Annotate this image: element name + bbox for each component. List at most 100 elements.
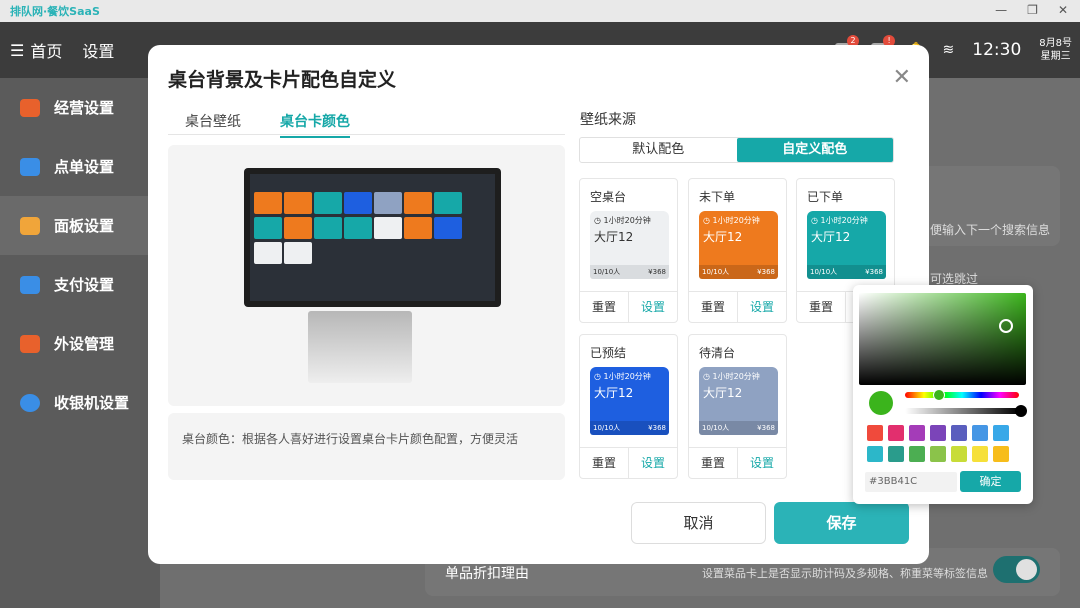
color-swatch[interactable] — [888, 446, 904, 462]
hue-handle[interactable] — [933, 389, 945, 401]
date-display: 8月8号 星期三 — [1039, 37, 1072, 63]
discount-reason-toggle[interactable] — [993, 556, 1040, 583]
alpha-handle[interactable] — [1015, 405, 1027, 417]
sidebar-item-business[interactable]: 经营设置 — [0, 78, 160, 137]
cancel-button[interactable]: 取消 — [631, 502, 766, 544]
panel-icon — [20, 216, 40, 235]
reset-button[interactable]: 重置 — [689, 292, 737, 322]
color-swatch[interactable] — [867, 425, 883, 441]
set-color-button[interactable]: 设置 — [628, 448, 677, 478]
card-footer: 10/10人 ¥368 — [807, 265, 886, 279]
card-actions: 重置 设置 — [689, 447, 786, 478]
card-time-text: 1小时20分钟 — [603, 216, 651, 225]
color-swatch[interactable] — [972, 425, 988, 441]
date-text: 8月8号 — [1039, 38, 1072, 49]
color-swatch[interactable] — [993, 425, 1009, 441]
color-customize-dialog: 桌台背景及卡片配色自定义 ✕ 桌台壁纸 桌台卡颜色 桌台颜色：根据各人喜好进行设… — [148, 45, 929, 564]
tab-bar: 桌台壁纸 桌台卡颜色 — [168, 107, 565, 138]
sidebar-item-panel[interactable]: 面板设置 — [0, 196, 160, 255]
card-actions: 重置 设置 — [580, 291, 677, 322]
color-swatch[interactable] — [909, 446, 925, 462]
current-color-swatch — [869, 391, 893, 415]
close-icon[interactable]: ✕ — [893, 65, 911, 90]
table-card-not-ordered: 未下单 ◷ 1小时20分钟 大厅12 10/10人 ¥368 重置 设置 — [688, 178, 787, 323]
card-price: ¥368 — [757, 424, 775, 432]
color-swatch[interactable] — [951, 446, 967, 462]
minimize-icon[interactable]: — — [995, 3, 1007, 17]
sidebar-item-label: 面板设置 — [54, 217, 115, 235]
reset-button[interactable]: 重置 — [580, 292, 628, 322]
hue-slider[interactable] — [905, 389, 1019, 401]
card-name: 大厅12 — [811, 230, 851, 244]
card-name: 大厅12 — [703, 230, 743, 244]
mini-card — [374, 217, 402, 239]
card-preview: ◷ 1小时20分钟 大厅12 10/10人 ¥368 — [807, 211, 886, 279]
color-note: 桌台颜色：根据各人喜好进行设置桌台卡片颜色配置，方便灵活 — [168, 413, 565, 480]
color-swatch[interactable] — [930, 446, 946, 462]
dialog-title: 桌台背景及卡片配色自定义 — [168, 69, 397, 91]
table-card-to-clean: 待清台 ◷ 1小时20分钟 大厅12 10/10人 ¥368 重置 设置 — [688, 334, 787, 479]
card-preview: ◷ 1小时20分钟 大厅12 10/10人 ¥368 — [590, 367, 669, 435]
color-swatch[interactable] — [951, 425, 967, 441]
gear-icon — [20, 393, 40, 412]
alpha-slider[interactable] — [905, 405, 1027, 417]
mini-card — [314, 217, 342, 239]
home-menu-button[interactable]: ☰ 首页 — [10, 38, 62, 62]
saturation-value-area[interactable] — [859, 293, 1026, 385]
card-time-text: 1小时20分钟 — [820, 216, 868, 225]
hamburger-icon: ☰ — [10, 40, 25, 60]
app-title: 排队网·餐饮SaaS — [10, 5, 100, 18]
card-people: 10/10人 — [702, 268, 730, 276]
settings-breadcrumb: 设置 — [82, 42, 115, 61]
sidebar-item-cashier[interactable]: 收银机设置 — [0, 373, 160, 432]
hex-input[interactable]: #3BB41C — [865, 472, 957, 492]
custom-color-option[interactable]: 自定义配色 — [736, 138, 893, 162]
card-price: ¥368 — [648, 424, 666, 432]
sidebar-item-payment[interactable]: 支付设置 — [0, 255, 160, 314]
mini-card — [314, 192, 342, 214]
card-name: 大厅12 — [594, 386, 634, 400]
set-color-button[interactable]: 设置 — [628, 292, 677, 322]
card-time: ◷ 1小时20分钟 — [703, 372, 760, 381]
card-preview: ◷ 1小时20分钟 大厅12 10/10人 ¥368 — [699, 211, 778, 279]
mini-card — [374, 192, 402, 214]
close-window-icon[interactable]: ✕ — [1058, 3, 1068, 17]
sidebar-item-label: 点单设置 — [54, 158, 115, 176]
reset-button[interactable]: 重置 — [689, 448, 737, 478]
card-footer: 10/10人 ¥368 — [699, 265, 778, 279]
reset-button[interactable]: 重置 — [580, 448, 628, 478]
card-preview: ◷ 1小时20分钟 大厅12 10/10人 ¥368 — [699, 367, 778, 435]
color-swatch[interactable] — [930, 425, 946, 441]
monitor-image — [244, 168, 501, 307]
wifi-icon: ≋ — [942, 42, 955, 58]
sidebar-item-order[interactable]: 点单设置 — [0, 137, 160, 196]
card-people: 10/10人 — [702, 424, 730, 432]
settings-sidebar: 经营设置 点单设置 面板设置 支付设置 外设管理 收银机设置 — [0, 78, 160, 608]
save-button[interactable]: 保存 — [774, 502, 909, 544]
card-name: 大厅12 — [594, 230, 634, 244]
set-color-button[interactable]: 设置 — [737, 292, 786, 322]
set-color-button[interactable]: 设置 — [737, 448, 786, 478]
card-status-label: 已预结 — [590, 346, 627, 360]
color-swatch[interactable] — [909, 425, 925, 441]
sidebar-item-label: 经营设置 — [54, 99, 115, 117]
screen-image — [250, 174, 495, 301]
card-time: ◷ 1小时20分钟 — [811, 216, 868, 225]
card-status-label: 未下单 — [699, 190, 736, 204]
color-swatch[interactable] — [888, 425, 904, 441]
card-actions: 重置 设置 — [689, 291, 786, 322]
restore-icon[interactable]: ❐ — [1027, 3, 1038, 17]
sv-handle[interactable] — [999, 319, 1013, 333]
color-swatch[interactable] — [867, 446, 883, 462]
color-swatch[interactable] — [972, 446, 988, 462]
color-swatch[interactable] — [993, 446, 1009, 462]
reset-button[interactable]: 重置 — [797, 292, 845, 322]
card-time: ◷ 1小时20分钟 — [594, 372, 651, 381]
tab-wallpaper[interactable]: 桌台壁纸 — [185, 111, 241, 131]
tab-card-color[interactable]: 桌台卡颜色 — [280, 111, 350, 138]
default-color-option[interactable]: 默认配色 — [580, 138, 737, 162]
mini-card — [404, 192, 432, 214]
sidebar-item-peripheral[interactable]: 外设管理 — [0, 314, 160, 373]
mini-card — [254, 217, 282, 239]
confirm-color-button[interactable]: 确定 — [960, 471, 1021, 492]
